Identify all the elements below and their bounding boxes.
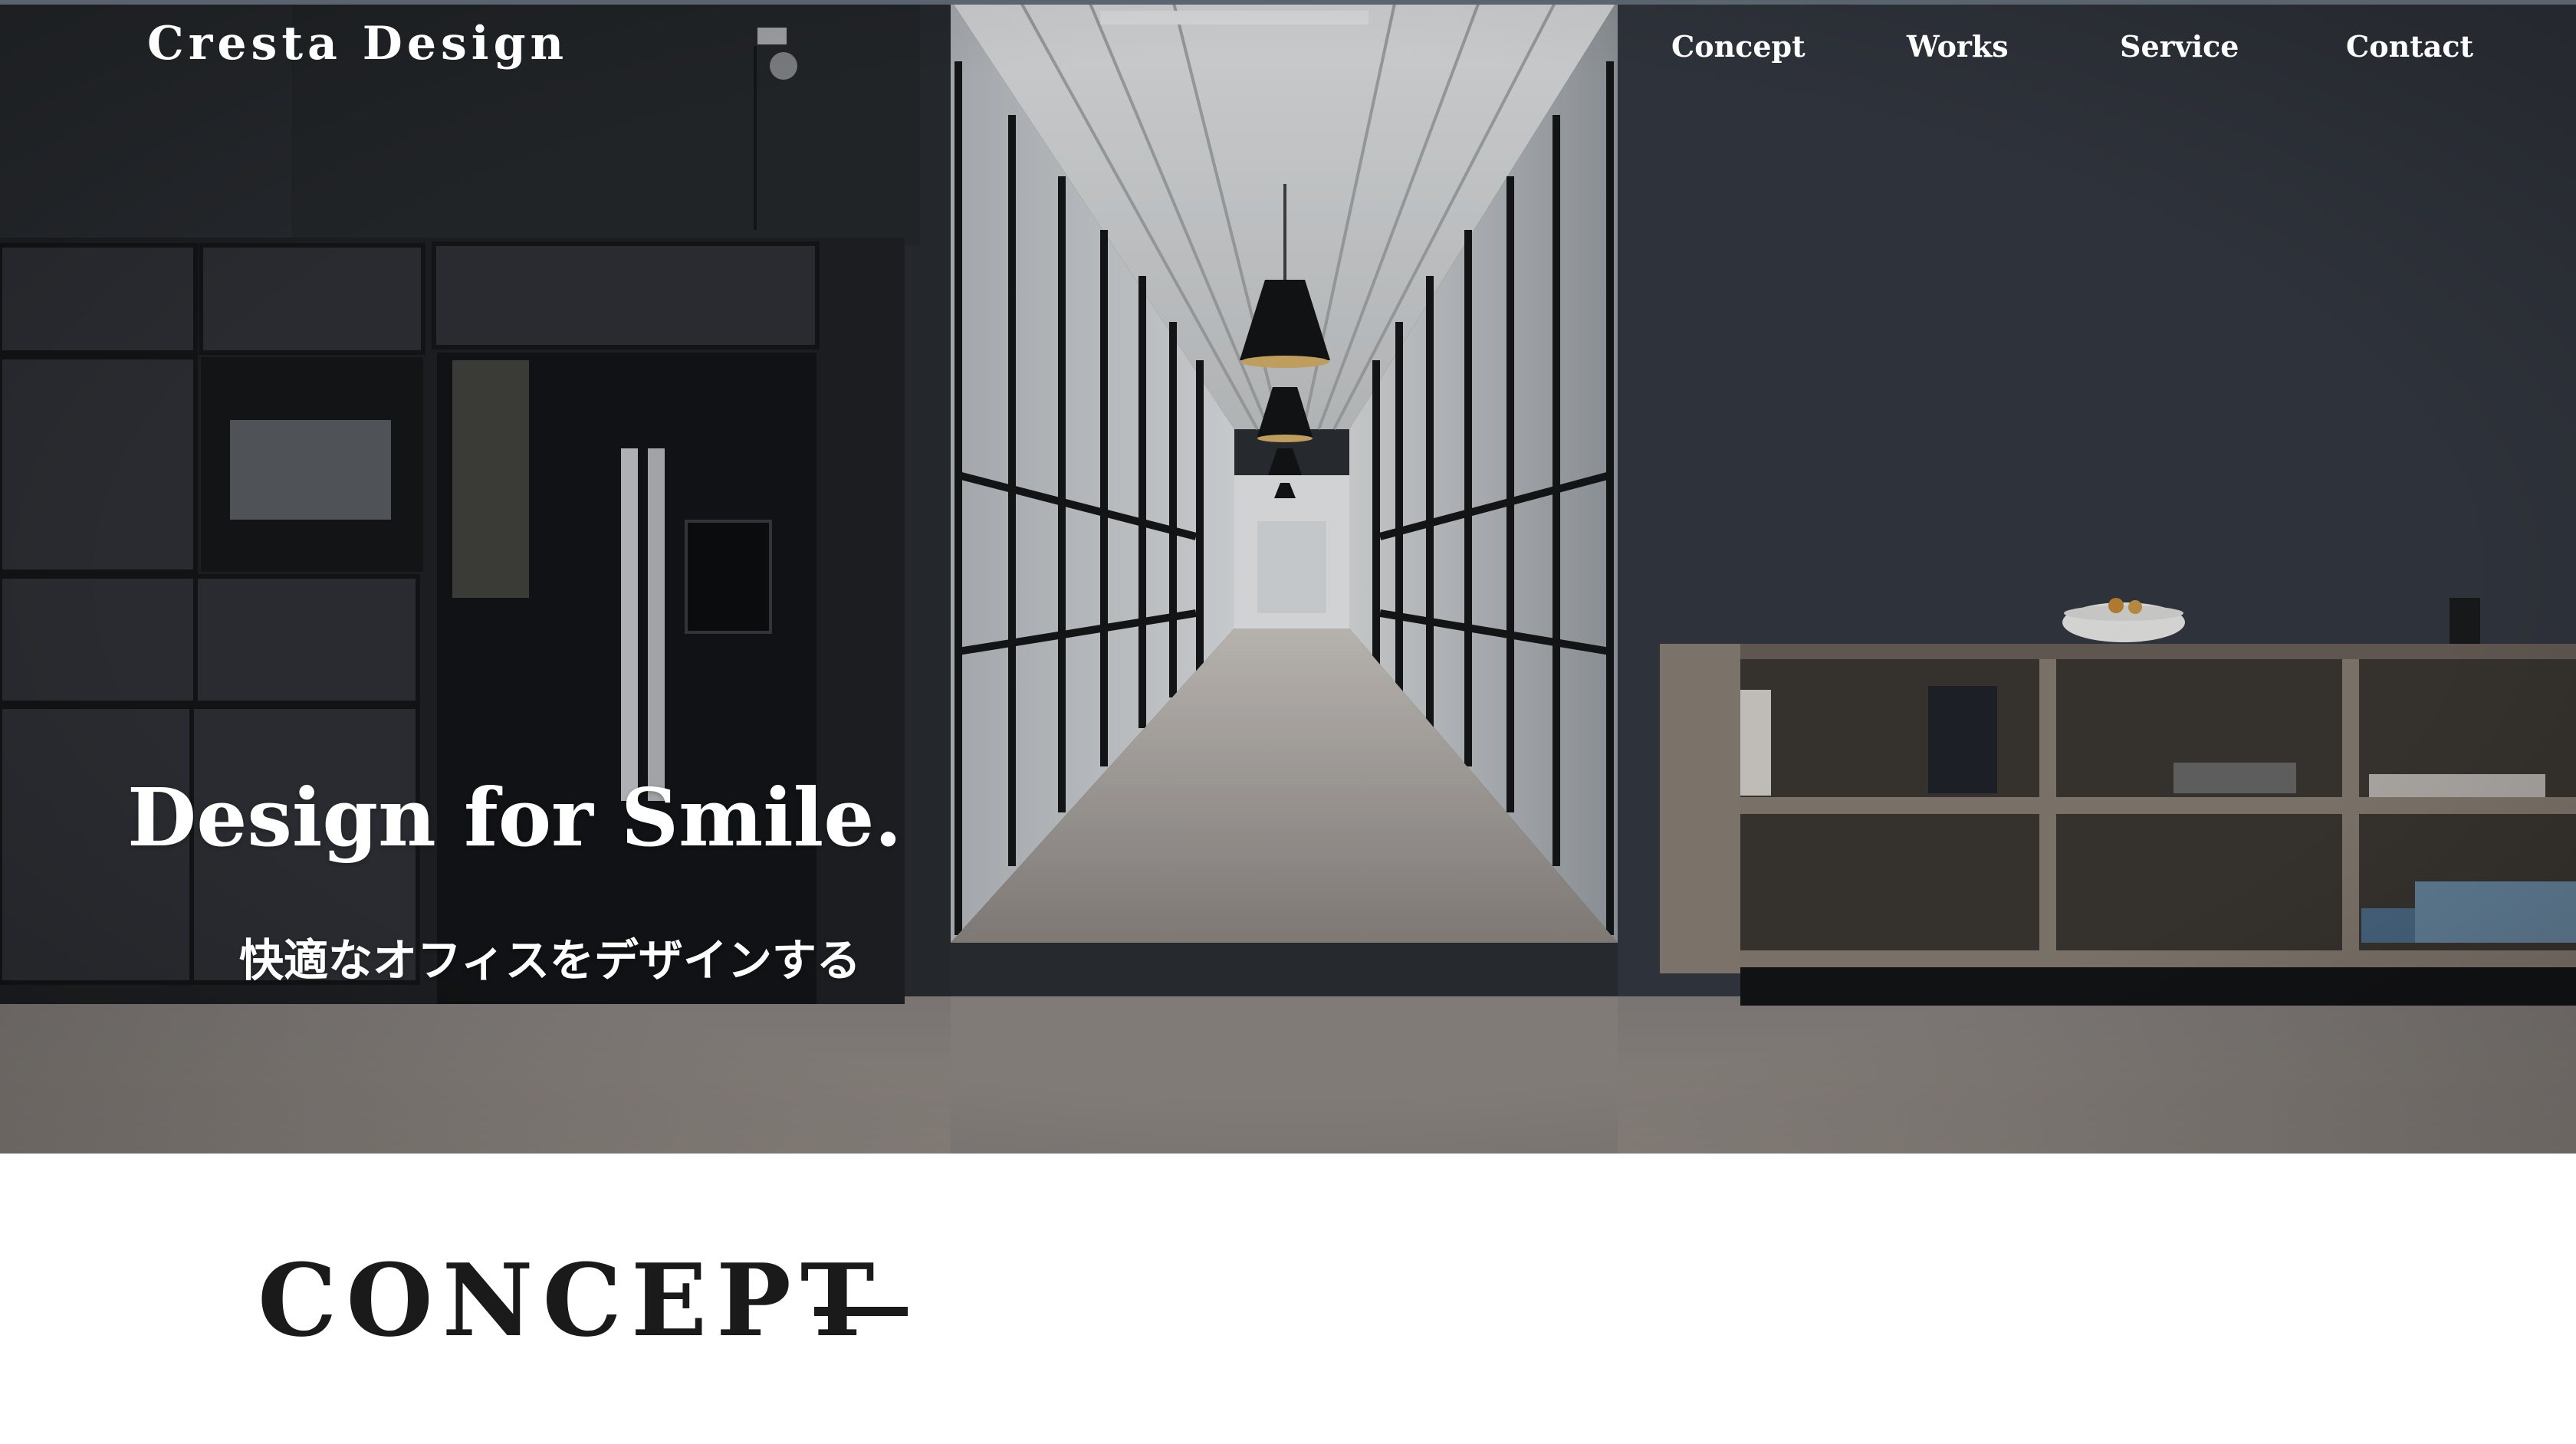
hero-section: Cresta Design Concept Works Service Cont… bbox=[0, 0, 2576, 1154]
site-header: Cresta Design Concept Works Service Cont… bbox=[0, 0, 2576, 100]
main-nav: Concept Works Service Contact bbox=[0, 29, 2576, 75]
nav-item-works[interactable]: Works bbox=[1907, 29, 2009, 64]
nav-item-concept[interactable]: Concept bbox=[1671, 29, 1806, 64]
hero-subtitle: 快適なオフィスをデザインする bbox=[239, 934, 861, 986]
nav-item-contact[interactable]: Contact bbox=[2346, 29, 2473, 64]
hero-title: Design for Smile. bbox=[127, 770, 902, 865]
concept-section: CONCEPT bbox=[0, 1154, 2576, 1444]
heading-dash-divider bbox=[814, 1307, 908, 1316]
nav-item-service[interactable]: Service bbox=[2120, 29, 2239, 64]
concept-heading: CONCEPT bbox=[258, 1242, 884, 1359]
